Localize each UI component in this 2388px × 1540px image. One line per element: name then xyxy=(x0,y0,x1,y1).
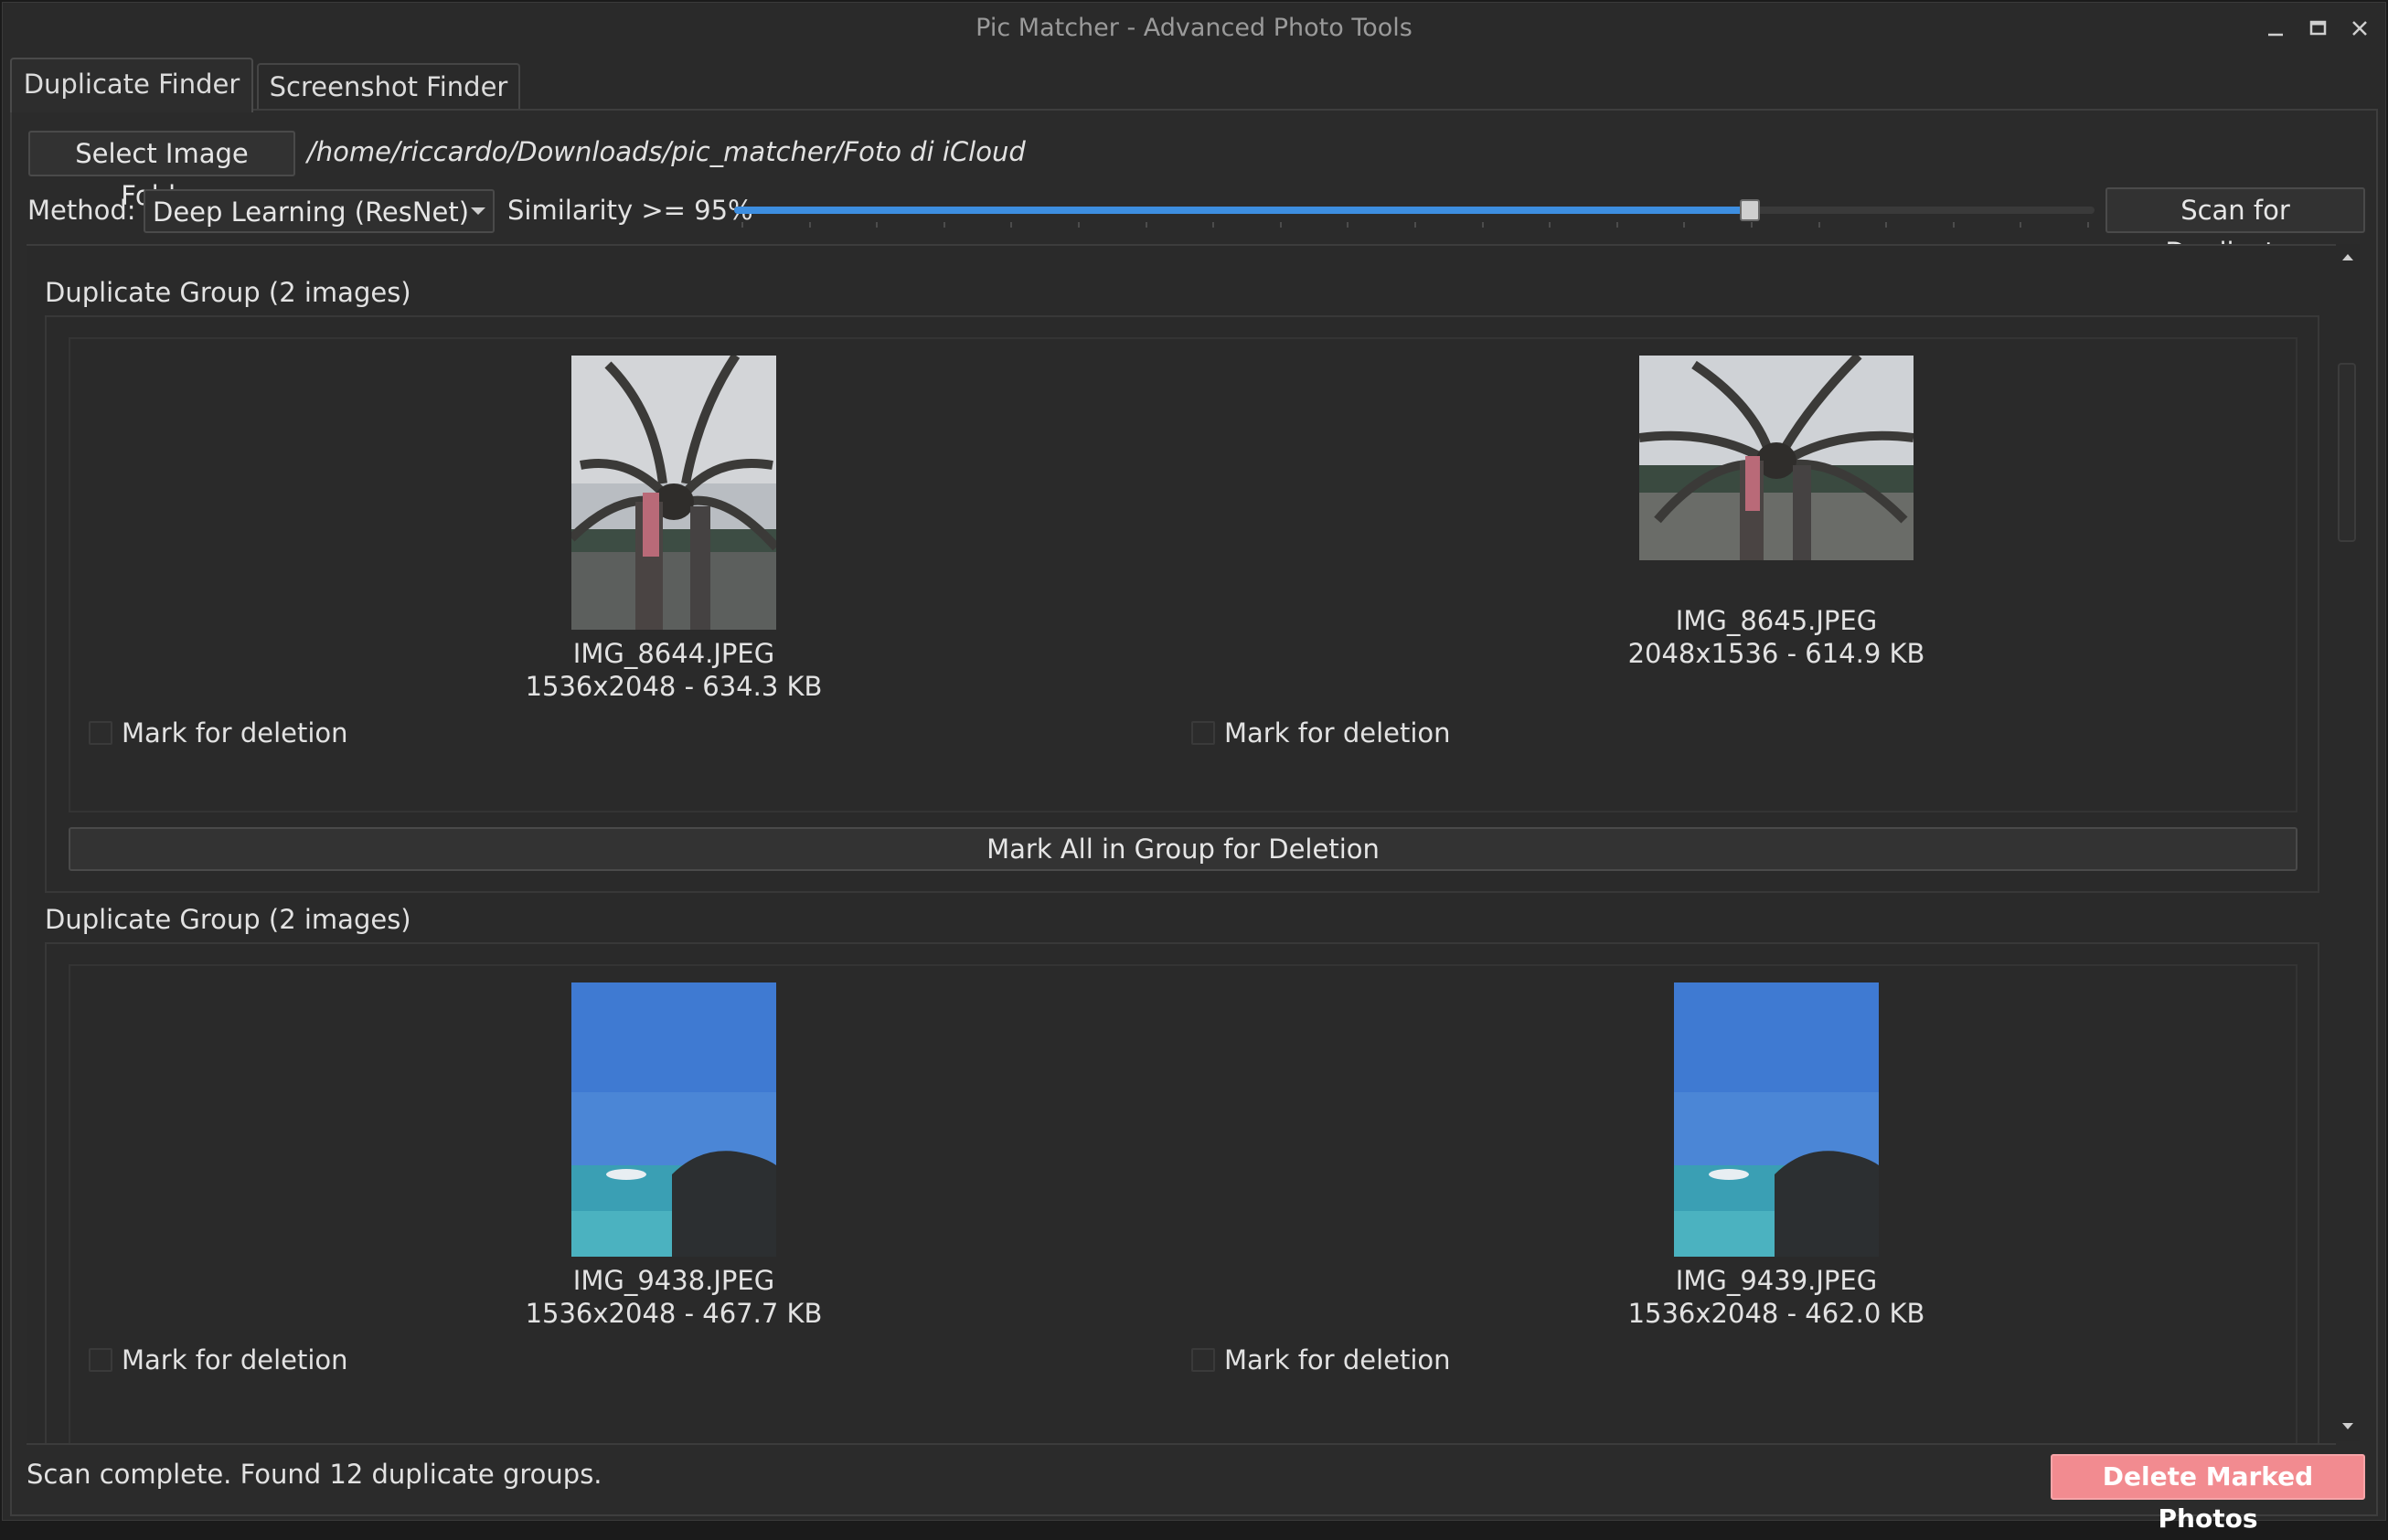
image-filename: IMG_8645.JPEG xyxy=(1675,605,1878,636)
tab-screenshot-finder[interactable]: Screenshot Finder xyxy=(257,63,520,111)
image-info: 1536x2048 - 467.7 KB xyxy=(525,1298,823,1329)
mark-deletion-checkbox[interactable] xyxy=(1191,1348,1215,1372)
slider-tick xyxy=(1280,222,1282,228)
slider-tick xyxy=(1414,222,1416,228)
slider-tick xyxy=(1078,222,1080,228)
image-filename: IMG_9439.JPEG xyxy=(1675,1265,1878,1296)
title-bar: Pic Matcher - Advanced Photo Tools xyxy=(3,3,2385,54)
thumbnail-image[interactable] xyxy=(1639,356,1914,560)
slider-tick xyxy=(1818,222,1820,228)
duplicate-group: IMG_8644.JPEG 1536x2048 - 634.3 KB Mark … xyxy=(45,315,2319,893)
group-title: Duplicate Group (2 images) xyxy=(45,277,411,308)
tab-duplicate-finder[interactable]: Duplicate Finder xyxy=(10,58,253,112)
scrollbar-handle[interactable] xyxy=(2338,363,2356,542)
status-message: Scan complete. Found 12 duplicate groups… xyxy=(27,1459,602,1490)
slider-tick xyxy=(1885,222,1887,228)
close-icon[interactable] xyxy=(2343,12,2376,45)
mark-deletion-label[interactable]: Mark for deletion xyxy=(1224,717,1451,749)
results-scroll-area[interactable]: Duplicate Group (2 images) IMG_8644.JPEG… xyxy=(27,244,2336,1445)
slider-tick xyxy=(2020,222,2021,228)
slider-tick xyxy=(1212,222,1214,228)
slider-tick xyxy=(1146,222,1147,228)
slider-tick xyxy=(1616,222,1618,228)
slider-tick xyxy=(1482,222,1484,228)
folder-path: /home/riccardo/Downloads/pic_matcher/Fot… xyxy=(307,136,1026,167)
scroll-down-icon[interactable] xyxy=(2340,1418,2356,1434)
group-title: Duplicate Group (2 images) xyxy=(45,904,411,935)
mark-deletion-checkbox[interactable] xyxy=(1191,721,1215,745)
mark-deletion-label[interactable]: Mark for deletion xyxy=(122,1344,348,1375)
thumbnail-image[interactable] xyxy=(571,356,776,630)
chevron-down-icon xyxy=(471,207,485,215)
slider-handle[interactable] xyxy=(1740,199,1760,221)
method-select-value: Deep Learning (ResNet) xyxy=(153,196,470,228)
select-folder-button[interactable]: Select Image Folder xyxy=(28,131,295,211)
thumbnail-image[interactable] xyxy=(571,982,776,1257)
slider-tick xyxy=(1953,222,1955,228)
scroll-up-icon[interactable] xyxy=(2340,250,2356,266)
mark-deletion-label[interactable]: Mark for deletion xyxy=(122,717,348,749)
image-filename: IMG_9438.JPEG xyxy=(572,1265,775,1296)
slider-tick xyxy=(876,222,878,228)
mark-all-group-button[interactable]: Mark All in Group for Deletion xyxy=(69,827,2297,871)
delete-marked-button[interactable]: Delete Marked Photos xyxy=(2051,1454,2365,1534)
method-select[interactable]: Deep Learning (ResNet) xyxy=(144,189,495,233)
minimize-icon[interactable] xyxy=(2259,12,2292,45)
scan-duplicates-button[interactable]: Scan for Duplicates xyxy=(2105,187,2365,268)
slider-tick xyxy=(1549,222,1551,228)
app-window: Pic Matcher - Advanced Photo Tools Dupli… xyxy=(2,2,2386,1534)
similarity-label: Similarity >= 95% xyxy=(507,195,753,226)
window-title: Pic Matcher - Advanced Photo Tools xyxy=(975,14,1413,42)
slider-tick xyxy=(943,222,945,228)
vertical-scrollbar[interactable] xyxy=(2336,244,2360,1441)
image-filename: IMG_8644.JPEG xyxy=(572,638,775,669)
mark-deletion-checkbox[interactable] xyxy=(89,1348,112,1372)
thumbnail-image[interactable] xyxy=(1674,982,1879,1257)
slider-tick xyxy=(2087,222,2089,228)
image-info: 2048x1536 - 614.9 KB xyxy=(1627,638,1925,669)
image-info: 1536x2048 - 634.3 KB xyxy=(525,671,823,702)
slider-tick xyxy=(1010,222,1012,228)
image-row: IMG_9438.JPEG 1536x2048 - 467.7 KB Mark … xyxy=(69,964,2297,1443)
mark-deletion-checkbox[interactable] xyxy=(89,721,112,745)
slider-tick xyxy=(809,222,811,228)
slider-tick xyxy=(741,222,743,228)
slider-fill xyxy=(734,207,1749,214)
method-label: Method: xyxy=(27,195,136,226)
slider-tick xyxy=(1683,222,1685,228)
image-info: 1536x2048 - 462.0 KB xyxy=(1627,1298,1925,1329)
image-row: IMG_8644.JPEG 1536x2048 - 634.3 KB Mark … xyxy=(69,337,2297,812)
slider-tick xyxy=(1347,222,1349,228)
mark-deletion-label[interactable]: Mark for deletion xyxy=(1224,1344,1451,1375)
slider-tick xyxy=(1751,222,1753,228)
maximize-icon[interactable] xyxy=(2301,12,2334,45)
duplicate-group: IMG_9438.JPEG 1536x2048 - 467.7 KB Mark … xyxy=(45,942,2319,1443)
similarity-slider[interactable] xyxy=(734,198,2095,235)
